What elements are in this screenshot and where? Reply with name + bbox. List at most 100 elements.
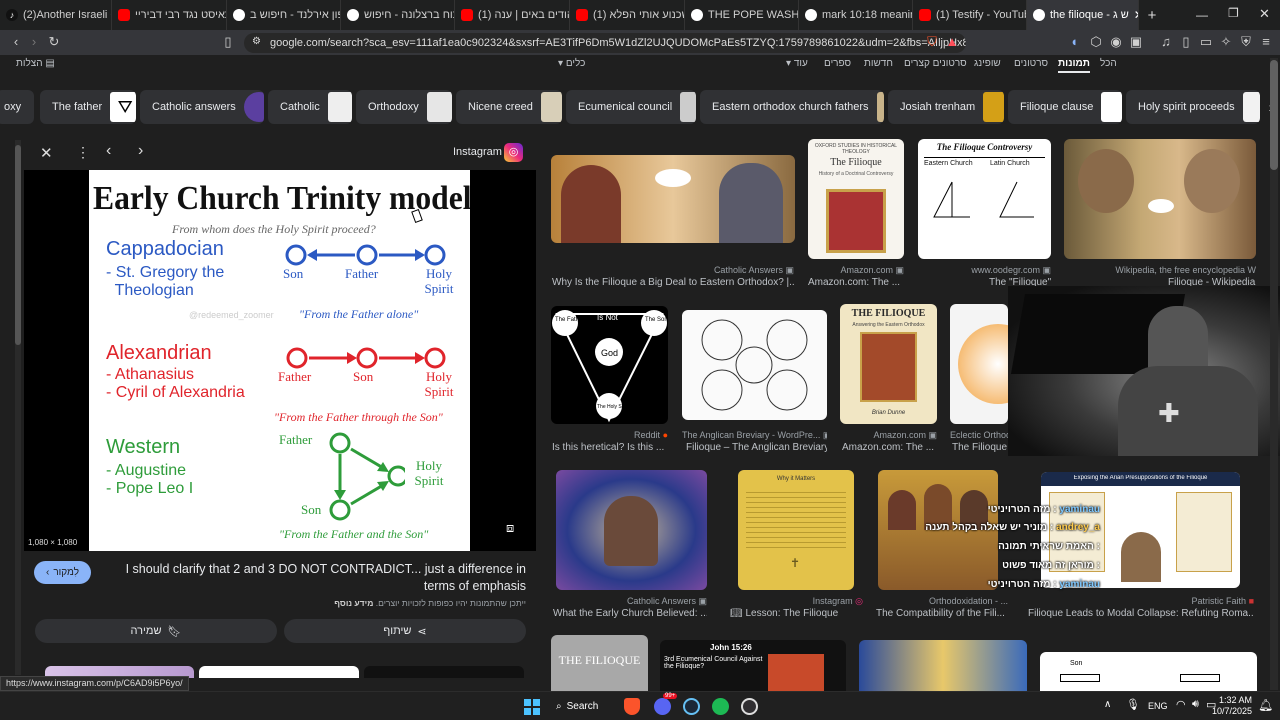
browser-tab-active[interactable]: the filioque - ש ג✕ bbox=[1027, 0, 1139, 30]
result-title[interactable]: Is this heretical? Is this ... bbox=[552, 442, 668, 453]
save-button[interactable]: שמירה 🔖︎ bbox=[35, 619, 277, 643]
menu-icon[interactable]: ≡ bbox=[1258, 34, 1274, 50]
tab-shopping[interactable]: שופינג bbox=[974, 58, 1001, 69]
close-icon[interactable]: ✕ bbox=[40, 144, 53, 162]
browser-tab[interactable]: (1) היהודים באים | ענה bbox=[455, 0, 570, 30]
browser-tab[interactable]: אתאיסט נגד רבי דביריי bbox=[112, 0, 227, 30]
new-tab-button[interactable]: + bbox=[1139, 7, 1165, 24]
result-image[interactable] bbox=[682, 310, 827, 420]
result-image[interactable] bbox=[950, 304, 1008, 424]
discord-icon[interactable] bbox=[654, 698, 671, 715]
chip[interactable]: Ecumenical council bbox=[566, 90, 696, 124]
site-info-icon[interactable]: ⚙ bbox=[252, 36, 261, 47]
result-title[interactable]: The Compatibility of the Fili... bbox=[876, 608, 1008, 619]
media-icon[interactable]: ♫ bbox=[1158, 34, 1174, 50]
result-image[interactable]: John 15:26 3rd Ecumenical Council Agains… bbox=[660, 640, 846, 691]
chip[interactable]: Josiah trenham bbox=[888, 90, 1004, 124]
tab-books[interactable]: ספרים bbox=[824, 58, 851, 69]
result-source[interactable]: Wikipedia, the free encyclopedia W bbox=[1064, 265, 1256, 275]
tab-images[interactable]: תמונות bbox=[1058, 58, 1090, 73]
close-window-button[interactable]: ✕ bbox=[1259, 6, 1270, 22]
page-scrollbar[interactable] bbox=[1270, 58, 1278, 690]
learn-more-link[interactable]: מידע נוסף bbox=[334, 598, 373, 608]
result-title[interactable]: 📖︎ Lesson: The Filioque bbox=[730, 608, 863, 619]
chip[interactable]: The father ⛛ bbox=[40, 90, 136, 124]
spotify-icon[interactable] bbox=[712, 698, 729, 715]
chip[interactable]: Nicene creed bbox=[456, 90, 562, 124]
result-source[interactable]: Amazon.com ▣ bbox=[840, 430, 937, 441]
show-hidden-icons[interactable]: ∧ bbox=[1104, 699, 1111, 710]
tab-videos[interactable]: סרטונים bbox=[1014, 58, 1048, 69]
wallet-icon[interactable]: ▭ bbox=[1198, 34, 1214, 50]
result-source[interactable]: Eclectic Orthod... bbox=[950, 430, 1008, 440]
minimize-button[interactable]: — bbox=[1196, 8, 1208, 22]
share-button[interactable]: שיתוף ⋖ bbox=[284, 619, 526, 643]
bookmark-icon[interactable]: ▯ bbox=[220, 34, 236, 50]
result-source[interactable]: The Anglican Breviary - WordPre... ▣ bbox=[682, 430, 827, 441]
related-thumb[interactable] bbox=[364, 666, 524, 678]
sidebar-icon[interactable]: ▯ bbox=[1178, 34, 1194, 50]
next-icon[interactable]: › bbox=[138, 142, 143, 160]
vpn-icon[interactable]: ⛨ bbox=[1238, 34, 1254, 50]
browser-tab[interactable]: (1) Testify - YouTube bbox=[913, 0, 1027, 30]
leo-icon[interactable]: ✧ bbox=[1218, 34, 1234, 50]
result-image[interactable]: THE FILIOQUE Answering the Eastern Ortho… bbox=[840, 304, 937, 424]
restore-button[interactable]: ❐ bbox=[1228, 6, 1239, 20]
chip[interactable]: Catholic answers bbox=[140, 90, 264, 124]
source-name[interactable]: Instagram bbox=[453, 146, 502, 158]
clock-time[interactable]: 1:32 AM bbox=[1216, 695, 1252, 705]
notification-bell-icon[interactable]: 🔔︎ bbox=[1258, 698, 1273, 712]
obs-icon[interactable] bbox=[741, 698, 758, 715]
safe-search-toggle[interactable]: הצלות ▤ bbox=[16, 58, 55, 69]
extension-icon[interactable]: ⬡ bbox=[1088, 34, 1104, 50]
tab-all[interactable]: הכל bbox=[1100, 58, 1117, 69]
brave-rewards-icon[interactable]: ▲ bbox=[944, 34, 960, 50]
chip[interactable]: Holy spirit proceeds bbox=[1126, 90, 1260, 124]
browser-tab[interactable]: עפון אירלנד - חיפוש ב bbox=[227, 0, 341, 30]
back-icon[interactable]: ‹ bbox=[8, 34, 24, 50]
browser-tab[interactable]: (1) שכנוע אותי הפלא bbox=[570, 0, 685, 30]
brave-shield-icon[interactable]: ⛉ bbox=[924, 34, 940, 50]
result-source[interactable]: Catholic Answers ▣ bbox=[556, 596, 707, 607]
result-image[interactable]: The Filioque Controversy Eastern Church … bbox=[918, 139, 1051, 259]
chip[interactable]: Filioque clause bbox=[1008, 90, 1122, 124]
browser-tab[interactable]: THE POPE WASH FIT II bbox=[685, 0, 799, 30]
reload-icon[interactable]: ↻ bbox=[46, 34, 62, 50]
panel-scrollbar[interactable] bbox=[15, 140, 21, 675]
result-image[interactable]: OXFORD STUDIES IN HISTORICAL THEOLOGY Th… bbox=[808, 139, 904, 259]
chip[interactable]: Eastern orthodox church fathers bbox=[700, 90, 884, 124]
result-image[interactable] bbox=[551, 155, 795, 243]
tools-button[interactable]: ▾ כלים bbox=[558, 58, 585, 69]
lens-icon[interactable]: ⧈ bbox=[506, 520, 514, 536]
taskbar-search[interactable]: ⌕ Search bbox=[556, 696, 610, 717]
result-title[interactable]: Filioque Leads to Modal Collapse: Refuti… bbox=[1028, 608, 1254, 619]
result-image[interactable]: The Father Is Not The Son God The Holy S… bbox=[551, 306, 668, 424]
result-image[interactable]: Son bbox=[1040, 652, 1257, 691]
related-thumb[interactable] bbox=[199, 666, 359, 678]
preview-image-frame[interactable]: Early Church Trinity models From whom do… bbox=[24, 170, 536, 551]
browser-tab[interactable]: mark 10:18 meaning bbox=[799, 0, 913, 30]
tab-short-videos[interactable]: סרטונים קצרים bbox=[904, 58, 967, 69]
visit-button[interactable]: ‹ לִמקור bbox=[34, 561, 91, 584]
result-source[interactable]: Orthodoxidation - ... bbox=[878, 596, 1008, 606]
result-source[interactable]: Catholic Answers ▣ bbox=[551, 265, 794, 276]
microphone-icon[interactable]: 🎙︎ bbox=[1126, 698, 1140, 711]
previous-icon[interactable]: ‹ bbox=[106, 142, 111, 160]
result-title[interactable]: Amazon.com: The ... bbox=[808, 277, 904, 288]
result-source[interactable]: Amazon.com ▣ bbox=[808, 265, 904, 276]
translate-icon[interactable]: ◖ bbox=[1066, 34, 1082, 50]
result-title[interactable]: The Filioque bbox=[952, 442, 1008, 453]
result-image[interactable] bbox=[1064, 139, 1256, 259]
result-title[interactable]: What the Early Church Believed: ... bbox=[553, 608, 707, 619]
result-title[interactable]: Amazon.com: The ... bbox=[842, 442, 937, 453]
brave-browser-icon[interactable] bbox=[624, 698, 640, 715]
browser-tab[interactable]: ויכוח ברצלונה - חיפוש bbox=[341, 0, 455, 30]
result-image[interactable] bbox=[556, 470, 707, 590]
result-source[interactable]: Patristic Faith ■ bbox=[1041, 596, 1254, 606]
volume-icon[interactable]: 🔊︎ bbox=[1192, 698, 1199, 711]
result-title[interactable]: Why Is the Filioque a Big Deal to Easter… bbox=[552, 277, 795, 288]
image-caption[interactable]: I should clarify that 2 and 3 DO NOT CON… bbox=[104, 561, 526, 595]
steam-icon[interactable] bbox=[683, 698, 700, 715]
result-source[interactable]: Instagram ◎ bbox=[738, 596, 863, 607]
windows-start-icon[interactable] bbox=[524, 699, 540, 715]
